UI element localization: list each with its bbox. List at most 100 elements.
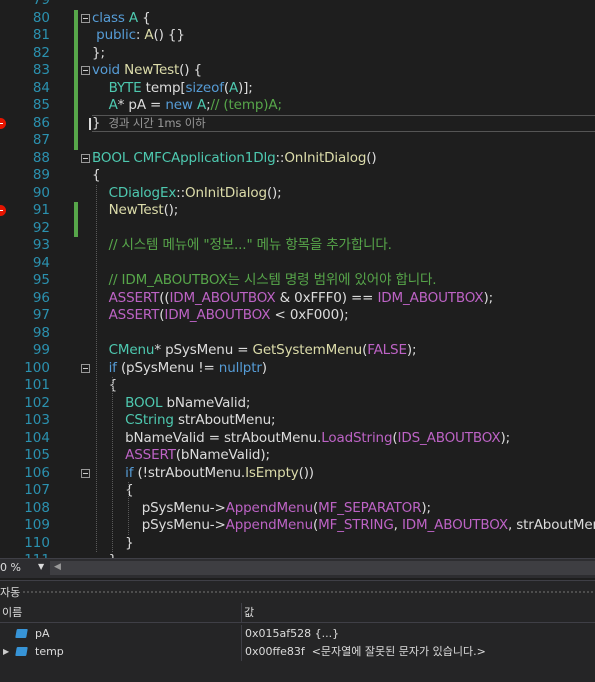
column-header-value[interactable]: 값 <box>242 603 595 623</box>
line-number: 87 <box>32 132 50 148</box>
code-line[interactable]: 94 <box>0 255 595 273</box>
line-number: 101 <box>24 377 50 393</box>
code-token: LoadString <box>321 429 393 446</box>
code-line[interactable]: 90 CDialogEx::OnInitDialog(); <box>0 185 595 203</box>
code-line[interactable]: 103 CString strAboutMenu; <box>0 412 595 430</box>
code-line[interactable]: 86} 경과 시간 1ms 이하 <box>0 114 595 133</box>
zoom-dropdown-icon[interactable]: ▼ <box>38 562 44 571</box>
code-line[interactable]: 99 CMenu* pSysMenu = GetSystemMenu(FALSE… <box>0 342 595 360</box>
code-token: , <box>393 517 402 533</box>
line-number: 83 <box>32 62 50 78</box>
code-token: OnInitDialog <box>284 149 367 166</box>
code-line[interactable]: 107 { <box>0 482 595 500</box>
code-line[interactable]: 80 class A { <box>0 10 595 28</box>
line-number: 107 <box>24 482 50 498</box>
collapse-icon[interactable] <box>81 153 90 163</box>
code-token: MF_STRING <box>318 517 394 533</box>
code-line[interactable]: 93 // 시스템 메뉴에 "정보..." 메뉴 항목을 추가합니다. <box>0 237 595 255</box>
watch-row[interactable]: pA 0x015af528 {...} <box>0 625 595 643</box>
code-line[interactable]: 85 A* pA = new A;// (temp)A; <box>0 97 595 115</box>
line-number: 108 <box>24 499 50 516</box>
code-token: public <box>96 27 136 43</box>
perf-tip-text: 경과 시간 1ms 이하 <box>108 115 206 130</box>
code-line[interactable]: 106 if (!strAboutMenu.IsEmpty()) <box>0 465 595 483</box>
expand-icon[interactable]: ▶ <box>3 643 9 661</box>
code-line[interactable]: 91 NewTest(); <box>0 202 595 220</box>
watch-row[interactable]: ▶ temp 0x00ffe83f <문자열에 잘못된 문자가 있습니다.> <box>0 643 595 661</box>
code-line[interactable]: 83 void NewTest() { <box>0 62 595 80</box>
code-line[interactable]: 84 BYTE temp[sizeof(A)]; <box>0 80 595 98</box>
code-line[interactable]: 96 ASSERT((IDM_ABOUTBOX & 0xFFF0) == IDM… <box>0 290 595 308</box>
collapse-icon[interactable] <box>81 66 90 75</box>
code-line[interactable]: 104 bNameValid = strAboutMenu.LoadString… <box>0 430 595 448</box>
panel-grip[interactable] <box>22 590 595 595</box>
horizontal-scrollbar[interactable] <box>50 561 595 575</box>
line-number: 82 <box>32 44 50 61</box>
code-line[interactable]: 108 pSysMenu->AppendMenu(MF_SEPARATOR); <box>0 500 595 518</box>
change-indicator <box>74 202 78 237</box>
breakpoint-icon[interactable] <box>0 205 6 216</box>
code-token: (( <box>159 289 170 306</box>
code-line[interactable]: 87 <box>0 132 595 150</box>
code-line[interactable]: 105 ASSERT(bNameValid); <box>0 447 595 465</box>
code-token: (bNameValid); <box>175 447 270 463</box>
code-text: // 시스템 메뉴에 "정보..." 메뉴 항목을 추가합니다. <box>92 237 392 255</box>
code-editor[interactable]: 79 80 class A {81 public: A() {} 82}; 83 void… <box>0 0 595 558</box>
code-token: if <box>108 359 117 376</box>
code-text: CMenu* pSysMenu = GetSystemMenu(FALSE); <box>92 342 417 360</box>
breakpoint-icon[interactable] <box>0 117 6 129</box>
code-line[interactable]: 97 ASSERT(IDM_ABOUTBOX < 0xF000); <box>0 307 595 325</box>
zoom-level[interactable]: 0 % <box>0 561 21 574</box>
watch-value[interactable]: 0x015af528 {...} <box>245 625 339 643</box>
code-line[interactable]: 109 pSysMenu->AppendMenu(MF_STRING, IDM_… <box>0 517 595 535</box>
code-token: temp[ <box>141 79 186 96</box>
code-token: ()) <box>298 464 315 481</box>
code-line[interactable]: 82}; <box>0 45 595 63</box>
scroll-left-icon[interactable]: ◀ <box>54 562 61 572</box>
line-number: 102 <box>24 394 50 411</box>
autos-window: 자동 이름 값 pA 0x015af528 {...} ▶ temp 0x00ffe83… <box>0 580 595 682</box>
code-token: { <box>92 167 101 183</box>
code-token: () { <box>179 62 202 78</box>
code-token: bNameValid; <box>162 394 251 411</box>
watch-name: pA <box>35 627 50 640</box>
code-line[interactable]: 88 BOOL CMFCApplication1Dlg::OnInitDialog… <box>0 150 595 168</box>
code-line[interactable]: 92 <box>0 220 595 238</box>
code-line[interactable]: 81 public: A() {} <box>0 27 595 45</box>
code-line[interactable]: 95 // IDM_ABOUTBOX는 시스템 명령 범위에 있어야 합니다. <box>0 272 595 290</box>
code-token: (pSysMenu != <box>116 359 219 376</box>
code-line[interactable]: 101 { <box>0 377 595 395</box>
code-text: ASSERT(bNameValid); <box>92 447 270 465</box>
line-number: 91 <box>32 202 50 218</box>
code-text: ASSERT(IDM_ABOUTBOX < 0xF000); <box>92 307 349 325</box>
code-token: BYTE <box>108 79 142 96</box>
collapse-icon[interactable] <box>81 363 90 373</box>
code-line[interactable]: 102 BOOL bNameValid; <box>0 395 595 413</box>
code-token: :: <box>176 184 185 201</box>
variable-icon <box>15 629 28 638</box>
line-number: 105 <box>24 447 50 463</box>
code-line[interactable]: 89 { <box>0 167 595 185</box>
code-line[interactable]: 110 } <box>0 535 595 553</box>
code-line[interactable]: 79 <box>0 0 595 10</box>
code-token: OnInitDialog <box>184 184 267 201</box>
collapse-icon[interactable] <box>81 468 90 478</box>
code-token: IDM_ABOUTBOX <box>169 289 276 306</box>
panel-title[interactable]: 자동 <box>0 584 20 600</box>
column-header-name[interactable]: 이름 <box>0 603 242 623</box>
watch-value[interactable]: 0x00ffe83f <문자열에 잘못된 문자가 있습니다.> <box>245 643 486 661</box>
code-token: A <box>144 27 154 43</box>
code-token: MF_SEPARATOR <box>318 499 422 516</box>
code-text: BOOL bNameValid; <box>92 395 250 413</box>
collapse-icon[interactable] <box>81 13 90 23</box>
code-line[interactable]: 100 if (pSysMenu != nullptr) <box>0 360 595 378</box>
code-token: NewTest <box>108 202 164 218</box>
code-token: ASSERT <box>108 307 160 323</box>
code-token: class <box>92 9 125 26</box>
code-line[interactable]: 98 <box>0 325 595 343</box>
code-token: BOOL <box>92 149 130 166</box>
